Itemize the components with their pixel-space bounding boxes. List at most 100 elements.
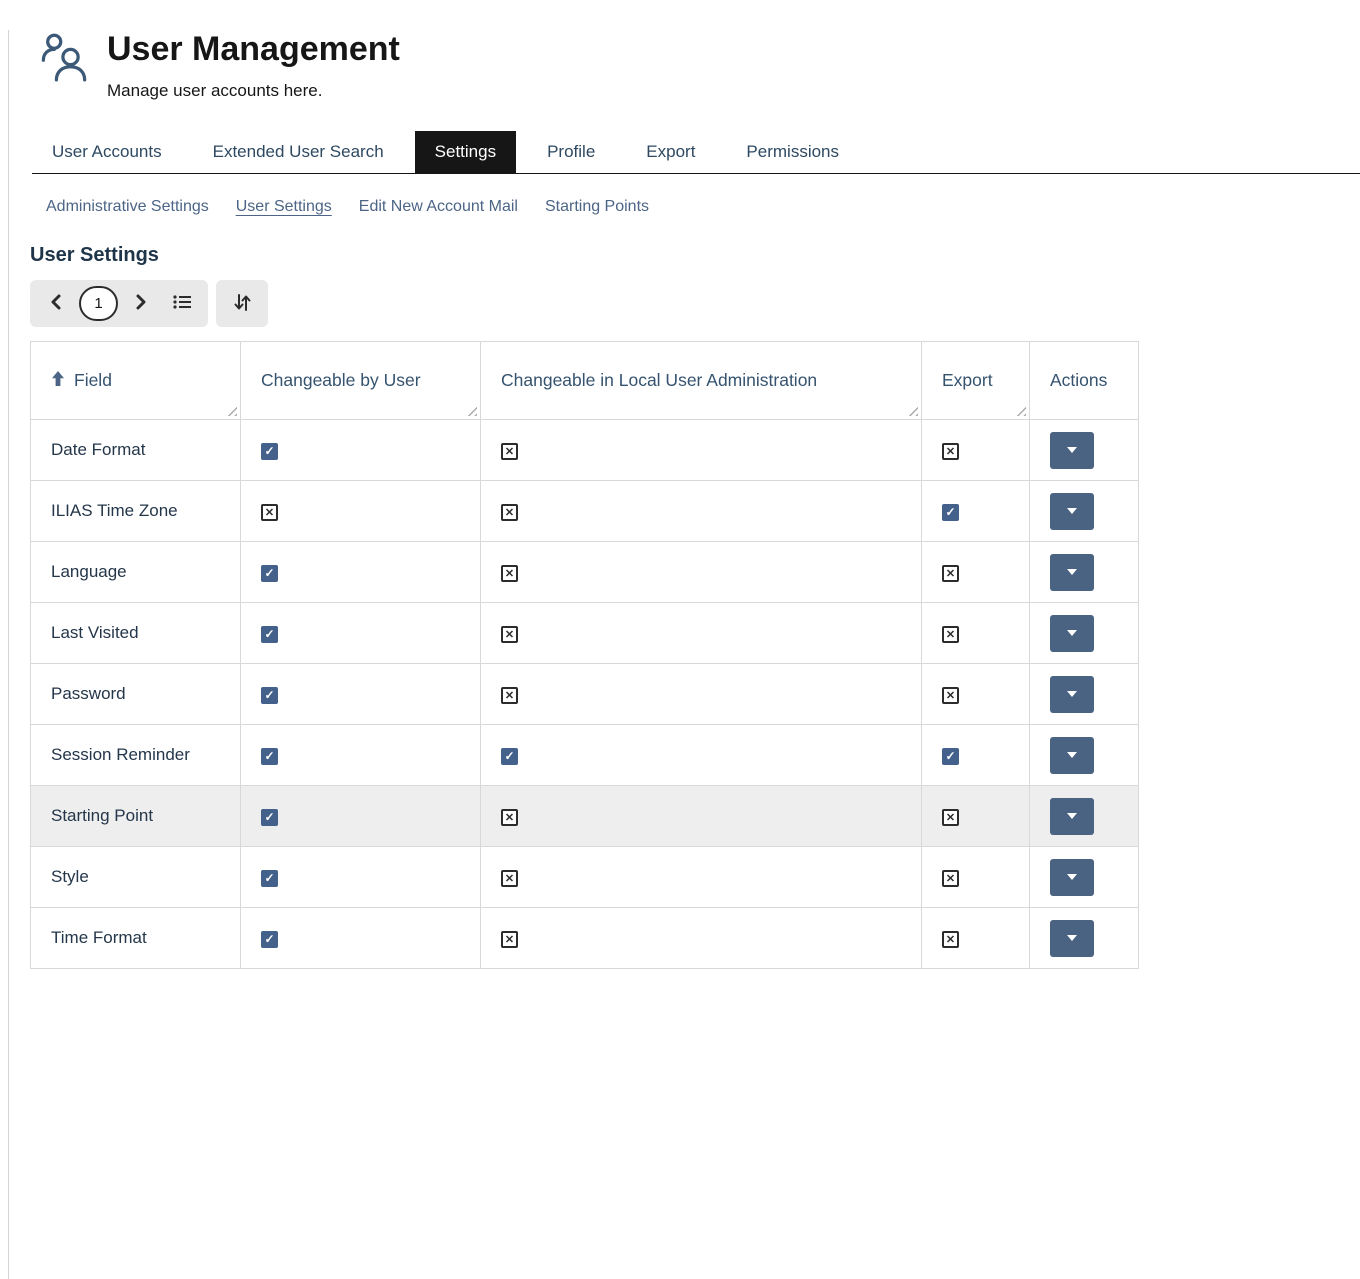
checkbox-checked-icon [501, 748, 518, 765]
actions-dropdown-button[interactable] [1050, 859, 1094, 896]
checkbox-crossed-icon [501, 687, 518, 704]
subtab-user-settings[interactable]: User Settings [236, 198, 332, 216]
field-label: Style [51, 867, 89, 886]
caret-down-icon [1067, 508, 1077, 514]
column-header-field[interactable]: Field [31, 342, 241, 420]
checkbox-crossed-icon [501, 931, 518, 948]
checkbox-checked-icon [261, 748, 278, 765]
caret-down-icon [1067, 874, 1077, 880]
caret-down-icon [1067, 630, 1077, 636]
caret-down-icon [1067, 935, 1077, 941]
checkbox-crossed-icon [942, 626, 959, 643]
actions-dropdown-button[interactable] [1050, 920, 1094, 957]
field-label: Last Visited [51, 623, 139, 642]
actions-dropdown-button[interactable] [1050, 737, 1094, 774]
field-label: Language [51, 562, 127, 581]
sort-group [216, 280, 268, 327]
page-left-border [8, 30, 9, 1279]
actions-dropdown-button[interactable] [1050, 493, 1094, 530]
table-row: Date Format [31, 420, 1139, 481]
current-page-button[interactable]: 1 [79, 286, 118, 321]
tab-profile[interactable]: Profile [527, 131, 615, 173]
sort-button[interactable] [224, 283, 260, 324]
table-row: Style [31, 847, 1139, 908]
tab-settings[interactable]: Settings [415, 131, 516, 173]
column-header-changeable-local[interactable]: Changeable in Local User Administration [481, 342, 922, 420]
checkbox-crossed-icon [942, 931, 959, 948]
checkbox-crossed-icon [501, 443, 518, 460]
tab-export[interactable]: Export [626, 131, 715, 173]
checkbox-crossed-icon [942, 565, 959, 582]
table-row: ILIAS Time Zone [31, 481, 1139, 542]
checkbox-crossed-icon [501, 870, 518, 887]
actions-dropdown-button[interactable] [1050, 676, 1094, 713]
column-resize-handle[interactable] [1015, 405, 1026, 416]
list-icon [173, 294, 192, 313]
column-resize-handle[interactable] [466, 405, 477, 416]
sort-icon [232, 293, 252, 315]
field-label: Session Reminder [51, 745, 190, 764]
field-label: Starting Point [51, 806, 153, 825]
checkbox-crossed-icon [942, 687, 959, 704]
actions-dropdown-button[interactable] [1050, 432, 1094, 469]
column-resize-handle[interactable] [226, 405, 237, 416]
checkbox-crossed-icon [501, 565, 518, 582]
checkbox-checked-icon [942, 748, 959, 765]
view-controls: 1 [30, 280, 1360, 327]
caret-down-icon [1067, 447, 1077, 453]
actions-dropdown-button[interactable] [1050, 554, 1094, 591]
page-title: User Management [107, 30, 400, 69]
column-header-export[interactable]: Export [922, 342, 1030, 420]
checkbox-checked-icon [261, 565, 278, 582]
users-icon [36, 32, 92, 87]
field-label: Password [51, 684, 126, 703]
checkbox-crossed-icon [942, 809, 959, 826]
section-heading: User Settings [30, 244, 1360, 267]
caret-down-icon [1067, 813, 1077, 819]
user-settings-table: Field Changeable by User Changeable in L… [30, 341, 1139, 969]
settings-table-body: Date Format ILIAS Time Zone Language [31, 420, 1139, 969]
subtab-administrative-settings[interactable]: Administrative Settings [46, 198, 209, 216]
checkbox-crossed-icon [261, 504, 278, 521]
field-label: Time Format [51, 928, 147, 947]
checkbox-crossed-icon [501, 504, 518, 521]
tab-user-accounts[interactable]: User Accounts [32, 131, 182, 173]
tab-extended-user-search[interactable]: Extended User Search [193, 131, 404, 173]
checkbox-checked-icon [261, 931, 278, 948]
table-row: Password [31, 664, 1139, 725]
subtab-bar: Administrative Settings User Settings Edit… [46, 198, 1360, 216]
column-header-actions: Actions [1030, 342, 1139, 420]
field-label: ILIAS Time Zone [51, 501, 178, 520]
page-header: User Management Manage user accounts her… [36, 30, 1360, 101]
checkbox-checked-icon [261, 443, 278, 460]
column-header-changeable-by-user[interactable]: Changeable by User [241, 342, 481, 420]
subtab-edit-new-account-mail[interactable]: Edit New Account Mail [359, 198, 518, 216]
caret-down-icon [1067, 752, 1077, 758]
pagination-group: 1 [30, 280, 208, 327]
chevron-right-icon [135, 293, 147, 314]
table-row: Session Reminder [31, 725, 1139, 786]
tab-permissions[interactable]: Permissions [726, 131, 859, 173]
table-row: Starting Point [31, 786, 1139, 847]
caret-down-icon [1067, 691, 1077, 697]
actions-dropdown-button[interactable] [1050, 798, 1094, 835]
caret-down-icon [1067, 569, 1077, 575]
rows-per-page-button[interactable] [164, 283, 200, 324]
sort-ascending-arrow-icon [51, 370, 65, 392]
checkbox-checked-icon [942, 504, 959, 521]
table-header-row: Field Changeable by User Changeable in L… [31, 342, 1139, 420]
checkbox-checked-icon [261, 870, 278, 887]
actions-dropdown-button[interactable] [1050, 615, 1094, 652]
chevron-left-icon [50, 293, 62, 314]
checkbox-crossed-icon [942, 443, 959, 460]
checkbox-crossed-icon [501, 626, 518, 643]
subtab-starting-points[interactable]: Starting Points [545, 198, 649, 216]
column-resize-handle[interactable] [907, 405, 918, 416]
checkbox-crossed-icon [501, 809, 518, 826]
table-row: Language [31, 542, 1139, 603]
next-page-button[interactable] [123, 283, 159, 324]
previous-page-button[interactable] [38, 283, 74, 324]
page-subtitle: Manage user accounts here. [107, 81, 400, 101]
table-row: Last Visited [31, 603, 1139, 664]
checkbox-crossed-icon [942, 870, 959, 887]
